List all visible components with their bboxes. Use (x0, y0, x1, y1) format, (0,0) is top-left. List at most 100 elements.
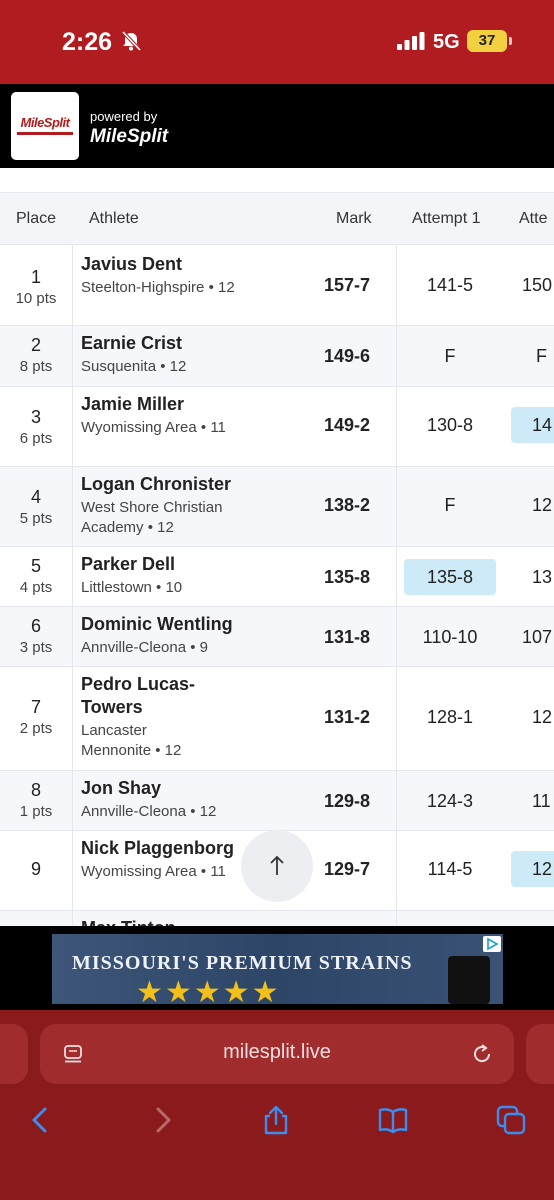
athlete-name[interactable]: Jamie Miller (81, 393, 251, 416)
next-tab-preview[interactable] (526, 1024, 554, 1084)
athlete-cell: Jamie Miller Wyomissing Area • 11 (81, 393, 251, 438)
place-cell: 7 2 pts (0, 697, 72, 737)
mark-value: 131-8 (323, 627, 371, 647)
table-row[interactable]: 1 10 pts Javius Dent Steelton-Highspire … (0, 244, 554, 325)
tabs-icon[interactable] (495, 1104, 527, 1136)
column-divider (396, 326, 397, 386)
place-points: 2 pts (19, 720, 53, 737)
athlete-team[interactable]: Wyomissing Area • 11 (81, 862, 241, 882)
column-divider (396, 831, 397, 910)
results-table: Place Athlete Mark Attempt 1 Atte 1 10 p… (0, 168, 554, 926)
athlete-team[interactable]: West Shore Christian Academy • 12 (81, 498, 251, 538)
back-icon[interactable] (25, 1104, 57, 1136)
mark-value: 157-7 (323, 275, 371, 295)
attempt-2-value: 13 (532, 567, 553, 587)
column-divider (396, 387, 397, 466)
logo-underline (17, 132, 73, 135)
athlete-name[interactable]: Dominic Wentling (81, 613, 251, 636)
place-number: 4 (30, 487, 41, 507)
athlete-team[interactable]: Wyomissing Area • 11 (81, 418, 251, 438)
attempt-2-value: 107 (522, 627, 553, 647)
column-divider (72, 831, 73, 910)
milesplit-logo[interactable]: MileSplit (11, 92, 79, 160)
athlete-name[interactable]: Javius Dent (81, 253, 251, 276)
reload-icon[interactable] (470, 1042, 494, 1066)
column-divider (396, 245, 397, 325)
athlete-cell: Logan Chronister West Shore Christian Ac… (81, 473, 251, 538)
athlete-cell: Parker Dell Littlestown • 10 (81, 553, 251, 598)
table-row[interactable]: Max Tinton (0, 910, 554, 926)
column-divider (72, 326, 73, 386)
column-divider (72, 467, 73, 546)
athlete-cell: Max Tinton (81, 917, 251, 926)
athlete-name[interactable]: Logan Chronister (81, 473, 251, 496)
athlete-team[interactable]: Steelton-Highspire • 12 (81, 278, 251, 298)
athlete-name[interactable]: Earnie Crist (81, 332, 251, 355)
athlete-cell: Nick Plaggenborg Wyomissing Area • 11 (81, 837, 241, 882)
attempt-1-value: F (444, 495, 456, 515)
browser-toolbar: milesplit.live (0, 1010, 554, 1200)
place-number: 2 (30, 335, 41, 355)
athlete-name[interactable]: Jon Shay (81, 777, 251, 800)
column-attempt-2: Atte (519, 210, 548, 227)
attempt-1-value: 114-5 (427, 859, 473, 879)
athlete-name[interactable]: Nick Plaggenborg (81, 837, 241, 860)
mark-value: 138-2 (323, 495, 371, 515)
url-text[interactable]: milesplit.live (40, 1041, 514, 1064)
bell-slash-icon (121, 30, 142, 52)
place-points: 8 pts (19, 358, 53, 375)
athlete-team[interactable]: Littlestown • 10 (81, 578, 251, 598)
scroll-to-top-button[interactable] (241, 830, 313, 902)
attempt-1-value: 128-1 (426, 707, 474, 727)
athlete-cell: Earnie Crist Susquenita • 12 (81, 332, 251, 377)
athlete-name[interactable]: Max Tinton (81, 917, 251, 926)
column-athlete: Athlete (89, 210, 139, 227)
table-row[interactable]: 5 4 pts Parker Dell Littlestown • 10 135… (0, 546, 554, 606)
athlete-team[interactable]: Annville-Cleona • 12 (81, 802, 251, 822)
column-divider (396, 771, 397, 830)
table-row[interactable]: 8 1 pts Jon Shay Annville-Cleona • 12 12… (0, 770, 554, 830)
battery-indicator: 37 (467, 30, 507, 52)
ad-banner[interactable]: MISSOURI'S PREMIUM STRAINS ★★★★★ (52, 934, 503, 1004)
column-divider (72, 245, 73, 325)
mark-value: 129-7 (323, 859, 371, 879)
athlete-team[interactable]: Susquenita • 12 (81, 357, 251, 377)
network-label: 5G (433, 31, 460, 53)
table-row[interactable]: 6 3 pts Dominic Wentling Annville-Cleona… (0, 606, 554, 666)
site-header: MileSplit powered by MileSplit (0, 84, 554, 168)
attempt-1-value: 135-8 (426, 567, 474, 587)
place-number: 6 (30, 616, 41, 636)
table-row[interactable]: 4 5 pts Logan Chronister West Shore Chri… (0, 466, 554, 546)
ad-stars: ★★★★★ (136, 976, 281, 1005)
table-row[interactable]: 7 2 pts Pedro Lucas-Towers Lancaster Men… (0, 666, 554, 770)
share-icon[interactable] (260, 1104, 292, 1136)
battery-nub (509, 37, 512, 45)
athlete-team[interactable]: Lancaster Mennonite • 12 (81, 721, 221, 761)
ad-product-image (448, 956, 490, 1004)
place-points: 6 pts (19, 430, 53, 447)
place-cell: 1 10 pts (0, 267, 72, 307)
place-cell: 9 (0, 859, 72, 880)
status-time: 2:26 (62, 28, 113, 56)
attempt-2-value: 11 (532, 791, 551, 811)
column-mark: Mark (336, 210, 372, 227)
place-points: 4 pts (19, 579, 53, 596)
place-number: 8 (30, 780, 41, 800)
previous-tab-preview[interactable] (0, 1024, 28, 1084)
attempt-2-value: 12 (532, 495, 553, 515)
attempt-2-value: 12 (532, 707, 553, 727)
athlete-name[interactable]: Parker Dell (81, 553, 251, 576)
forward-icon[interactable] (146, 1104, 178, 1136)
column-divider (396, 607, 397, 666)
table-row[interactable]: 2 8 pts Earnie Crist Susquenita • 12 149… (0, 325, 554, 386)
athlete-name[interactable]: Pedro Lucas-Towers (81, 673, 221, 719)
ad-choices-icon[interactable] (483, 936, 501, 952)
attempt-2-value: 14 (532, 415, 553, 435)
table-row[interactable]: 3 6 pts Jamie Miller Wyomissing Area • 1… (0, 386, 554, 466)
column-place: Place (16, 210, 57, 227)
place-cell: 3 6 pts (0, 407, 72, 447)
address-bar[interactable]: milesplit.live (40, 1024, 514, 1084)
table-header: Place Athlete Mark Attempt 1 Atte (0, 192, 554, 244)
athlete-team[interactable]: Annville-Cleona • 9 (81, 638, 251, 658)
bookmarks-icon[interactable] (377, 1104, 409, 1136)
